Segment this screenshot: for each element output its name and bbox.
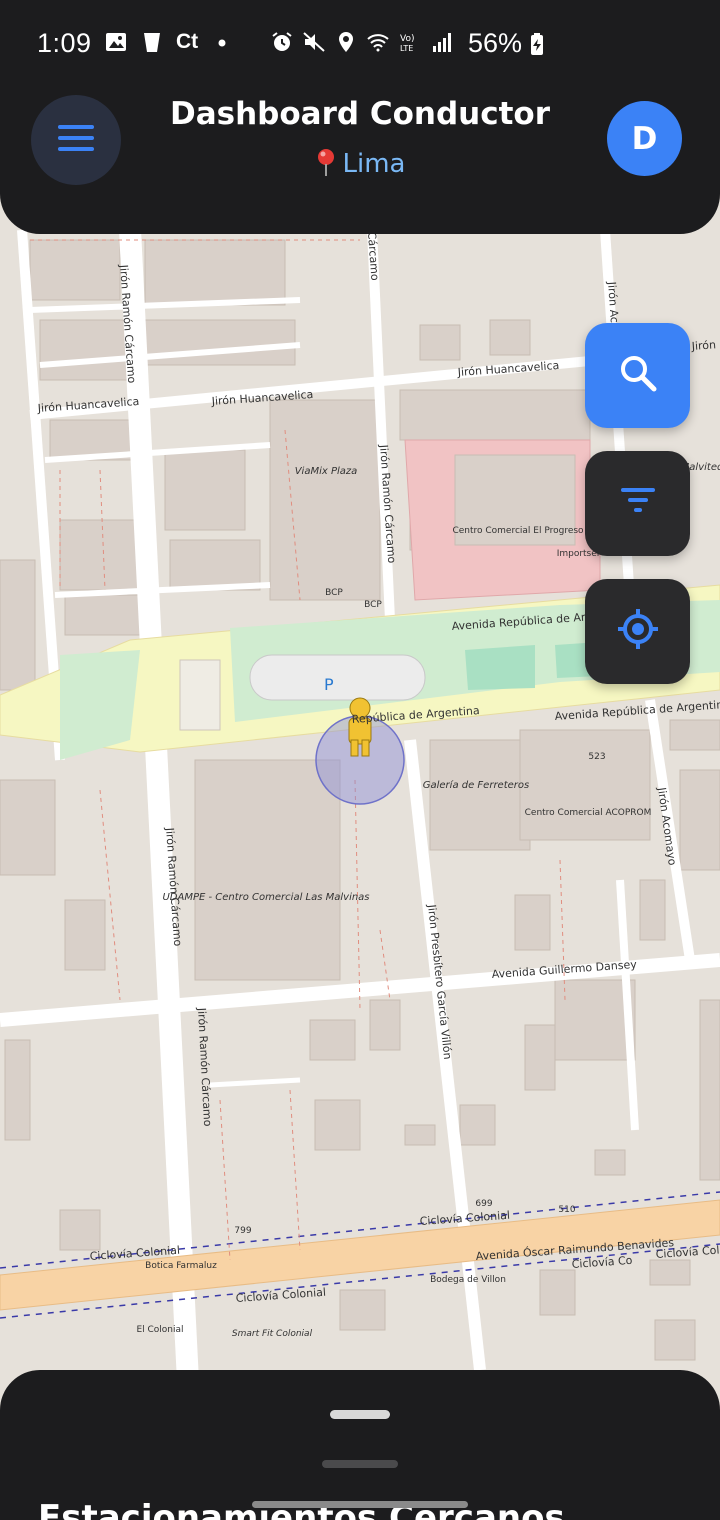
svg-text:Centro Comercial El Progreso: Centro Comercial El Progreso <box>452 526 584 536</box>
svg-text:Botica Farmaluz: Botica Farmaluz <box>145 1261 217 1271</box>
sheet-drag-handle[interactable] <box>330 1410 390 1419</box>
svg-text:Centro Comercial ACOPROM: Centro Comercial ACOPROM <box>525 808 652 818</box>
search-button[interactable] <box>585 323 690 428</box>
svg-text:Vo): Vo) <box>400 34 414 44</box>
ct-label: Ct <box>176 30 199 53</box>
status-left-icons: Ct <box>104 30 234 54</box>
filter-button[interactable] <box>585 451 690 556</box>
search-icon <box>618 353 658 398</box>
svg-text:Jirón: Jirón <box>690 338 716 353</box>
battery-percent: 56% <box>468 28 523 58</box>
svg-text:BCP: BCP <box>364 600 382 610</box>
svg-text:ViaMix Plaza: ViaMix Plaza <box>295 466 358 477</box>
svg-text:699: 699 <box>475 1199 492 1209</box>
top-panel: 1:09 Ct Vo) LTE 56% Dashboard Conductor … <box>0 0 720 234</box>
svg-text:P: P <box>324 675 334 694</box>
sheet-secondary-handle[interactable] <box>322 1460 398 1468</box>
battery-charging-icon <box>525 32 549 56</box>
avatar[interactable]: D <box>607 101 682 176</box>
image-icon <box>104 30 128 54</box>
svg-text:523: 523 <box>588 752 605 762</box>
bottom-sheet[interactable]: Estacionamientos Cercanos <box>0 1370 720 1520</box>
svg-text:510: 510 <box>558 1205 575 1215</box>
alarm-icon <box>270 30 294 54</box>
status-bar: 1:09 Ct Vo) LTE 56% <box>0 0 720 88</box>
svg-text:Bodega de Villon: Bodega de Villon <box>430 1275 506 1285</box>
svg-text:BCP: BCP <box>325 588 343 598</box>
mute-icon <box>302 30 326 54</box>
svg-text:El Colonial: El Colonial <box>136 1325 183 1335</box>
status-time: 1:09 <box>37 28 92 58</box>
gesture-navigation-bar[interactable] <box>252 1501 468 1508</box>
map-pin-icon <box>315 148 337 183</box>
my-location-button[interactable] <box>585 579 690 684</box>
svg-text:799: 799 <box>234 1226 251 1236</box>
status-right-icons: Vo) LTE <box>270 30 454 54</box>
location-label: Lima <box>342 149 406 179</box>
svg-text:UDAMPE - Centro Comercial Las: UDAMPE - Centro Comercial Las Malvinas <box>162 892 369 903</box>
location-icon <box>334 30 358 54</box>
wifi-icon <box>366 30 390 54</box>
crosshair-icon <box>617 608 659 655</box>
volte-icon: Vo) LTE <box>398 30 422 54</box>
dot-icon <box>210 30 234 54</box>
filter-icon <box>620 488 655 519</box>
signal-icon <box>430 30 454 54</box>
svg-text:LTE: LTE <box>400 44 413 53</box>
svg-text:Galería de Ferreteros: Galería de Ferreteros <box>423 779 529 791</box>
cup-icon <box>140 30 164 54</box>
svg-text:Smart Fit Colonial: Smart Fit Colonial <box>232 1329 313 1339</box>
